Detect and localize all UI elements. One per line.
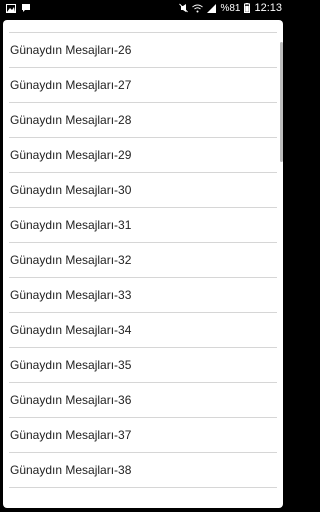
status-left (6, 3, 31, 13)
list-item[interactable]: Günaydın Mesajları-33 (3, 278, 283, 313)
list-item-label: Günaydın Mesajları-36 (10, 393, 132, 407)
list-item[interactable]: Günaydın Mesajları-38 (3, 453, 283, 488)
message-list[interactable]: Günaydın Mesajları-26 Günaydın Mesajları-… (3, 20, 283, 508)
wifi-icon (192, 4, 204, 13)
list-item[interactable]: Günaydın Mesajları-30 (3, 173, 283, 208)
status-right: %81 12:13 (179, 2, 282, 14)
list-item-label: Günaydın Mesajları-37 (10, 428, 132, 442)
clock: 12:13 (254, 2, 282, 14)
list-item[interactable]: Günaydın Mesajları-36 (3, 383, 283, 418)
list-item-label: Günaydın Mesajları-38 (10, 463, 132, 477)
list-item-label: Günaydın Mesajları-35 (10, 358, 132, 372)
screen-bottom (0, 508, 288, 512)
list-item[interactable]: Günaydın Mesajları-31 (3, 208, 283, 243)
battery-icon (244, 3, 251, 13)
list-item-label: Günaydın Mesajları-26 (10, 43, 132, 57)
battery-percent: %81 (220, 2, 241, 14)
list-item-label: Günaydın Mesajları-32 (10, 253, 132, 267)
scrollbar[interactable] (280, 42, 283, 162)
chat-icon (21, 3, 31, 13)
list-item[interactable]: Günaydın Mesajları-28 (3, 103, 283, 138)
list-item-label: Günaydın Mesajları-28 (10, 113, 132, 127)
status-bar: %81 12:13 (0, 0, 288, 18)
signal-icon (207, 3, 217, 13)
list-item-label: Günaydın Mesajları-33 (10, 288, 132, 302)
list-item[interactable]: Günaydın Mesajları-34 (3, 313, 283, 348)
list-item-label: Günaydın Mesajları-29 (10, 148, 132, 162)
gallery-icon (6, 3, 16, 13)
list-item[interactable]: Günaydın Mesajları-27 (3, 68, 283, 103)
list-item[interactable]: Günaydın Mesajları-35 (3, 348, 283, 383)
list-item-label: Günaydın Mesajları-31 (10, 218, 132, 232)
list-item[interactable]: Günaydın Mesajları-32 (3, 243, 283, 278)
list-divider (9, 487, 277, 488)
list-item[interactable]: Günaydın Mesajları-26 (3, 33, 283, 68)
list-item-label: Günaydın Mesajları-27 (10, 78, 132, 92)
list-item[interactable]: Günaydın Mesajları-29 (3, 138, 283, 173)
list-item-label: Günaydın Mesajları-34 (10, 323, 132, 337)
list-item[interactable]: Günaydın Mesajları-37 (3, 418, 283, 453)
list-item-label: Günaydın Mesajları-30 (10, 183, 132, 197)
mute-icon (179, 3, 189, 13)
